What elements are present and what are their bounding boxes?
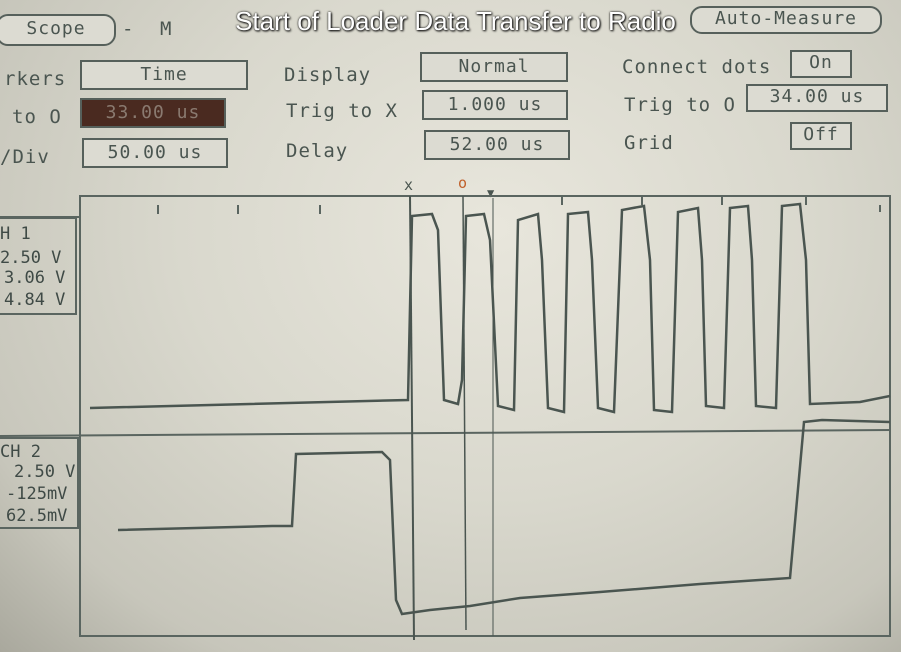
- ch1-trace: [89, 202, 891, 414]
- graticule-frame: [79, 195, 891, 637]
- ch2-trace: [117, 418, 891, 616]
- channel-divider: [0, 429, 891, 437]
- ch2-label-box: [0, 437, 79, 529]
- waveform-display: [0, 195, 891, 641]
- image-caption: Start of Loader Data Transfer to Radio: [235, 6, 676, 36]
- top-ticks: [157, 196, 881, 214]
- ch1-label-box: [0, 217, 77, 315]
